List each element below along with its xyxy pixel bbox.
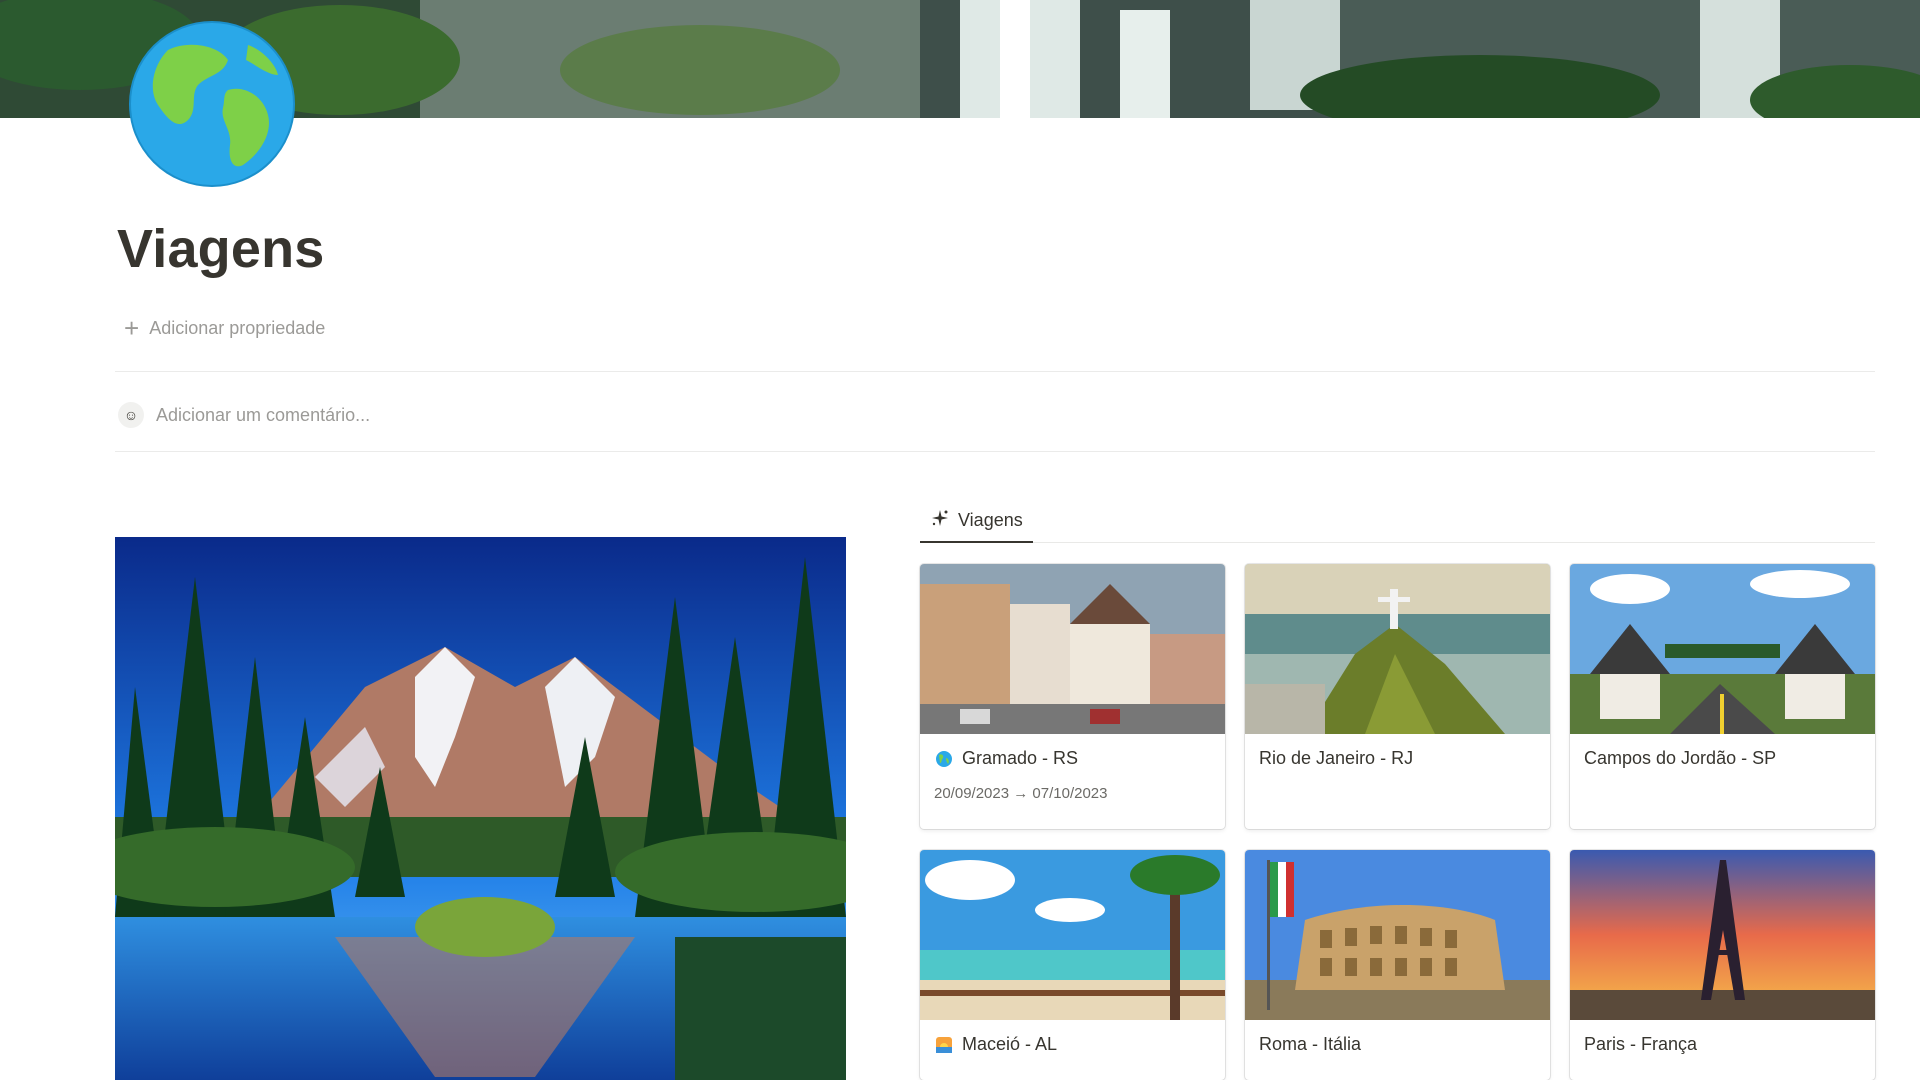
sparkle-icon bbox=[930, 508, 950, 533]
gallery-card[interactable]: Maceió - AL bbox=[920, 850, 1225, 1080]
tab-viagens[interactable]: Viagens bbox=[920, 500, 1033, 543]
card-title: Campos do Jordão - SP bbox=[1584, 748, 1777, 768]
add-property-button[interactable]: + Adicionar propriedade bbox=[118, 312, 331, 344]
globe-icon bbox=[934, 749, 954, 769]
gallery-card[interactable]: Rio de Janeiro - RJ bbox=[1245, 564, 1550, 829]
gallery-card[interactable]: Campos do Jordão - SP bbox=[1570, 564, 1875, 829]
user-avatar-icon: ☺ bbox=[118, 402, 144, 428]
globe-americas-icon[interactable] bbox=[128, 20, 296, 188]
comment-input[interactable]: ☺ Adicionar um comentário... bbox=[118, 397, 370, 433]
card-cover-image bbox=[1570, 850, 1875, 1020]
tab-label: Viagens bbox=[958, 510, 1023, 530]
gallery-card[interactable]: Roma - Itália bbox=[1245, 850, 1550, 1080]
add-property-label: Adicionar propriedade bbox=[149, 317, 326, 338]
divider bbox=[115, 371, 1875, 372]
divider bbox=[115, 451, 1875, 452]
card-title: Maceió - AL bbox=[962, 1034, 1058, 1054]
gallery-card[interactable]: Gramado - RS 20/09/2023 → 07/10/2023 bbox=[920, 564, 1225, 829]
card-cover-image bbox=[1245, 850, 1550, 1020]
card-cover-image bbox=[1570, 564, 1875, 734]
sunset-icon bbox=[934, 1035, 954, 1055]
card-cover-image bbox=[920, 850, 1225, 1020]
card-title: Roma - Itália bbox=[1259, 1034, 1362, 1054]
card-cover-image bbox=[1245, 564, 1550, 734]
card-title: Rio de Janeiro - RJ bbox=[1259, 748, 1414, 768]
comment-placeholder: Adicionar um comentário... bbox=[156, 404, 371, 425]
page-title[interactable]: Viagens bbox=[117, 218, 325, 280]
card-cover-image bbox=[920, 564, 1225, 734]
card-title: Gramado - RS bbox=[962, 748, 1079, 768]
gallery-card[interactable]: Paris - França bbox=[1570, 850, 1875, 1080]
gallery-view-tabs: Viagens bbox=[920, 500, 1875, 543]
card-date-range: 20/09/2023 → 07/10/2023 bbox=[934, 785, 1108, 802]
landscape-image bbox=[115, 537, 846, 1080]
card-title: Paris - França bbox=[1584, 1034, 1698, 1054]
plus-icon: + bbox=[124, 313, 140, 343]
